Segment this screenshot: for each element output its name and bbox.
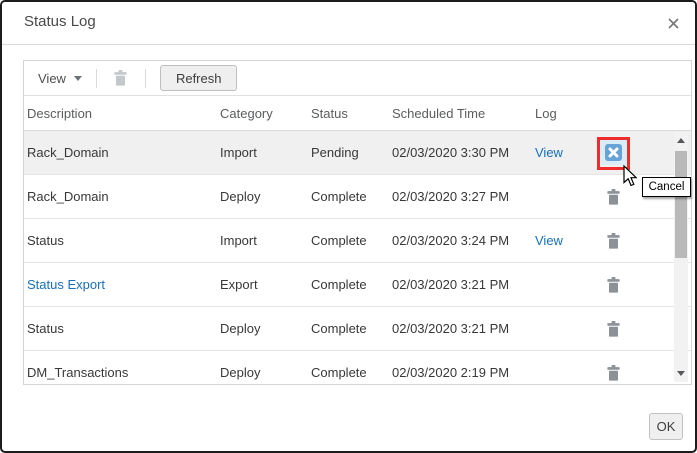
delete-row-button[interactable] [601,229,625,253]
cell-status: Complete [311,277,367,292]
trash-icon [606,188,620,205]
dialog-titlebar: Status Log [2,2,695,45]
close-button[interactable] [665,15,681,31]
status-log-dialog: Status Log View Refresh Description Cate… [0,0,697,453]
cell-category: Deploy [220,321,261,336]
cell-description: Status [27,321,64,336]
table-row[interactable]: Status Export Export Complete 02/03/2020… [24,263,691,307]
trash-icon [606,232,620,249]
cell-status: Complete [311,189,367,204]
cell-scheduled-time: 02/03/2020 3:27 PM [392,189,510,204]
scrollbar-thumb[interactable] [675,151,687,258]
cell-category: Import [220,145,257,160]
description-link[interactable]: Status Export [27,277,105,292]
column-header-scheduled-time[interactable]: Scheduled Time [392,106,535,121]
toolbar-separator [95,68,97,88]
table-row[interactable]: Rack_Domain Import Pending 02/03/2020 3:… [24,131,691,175]
cell-category: Export [220,277,258,292]
delete-row-button[interactable] [601,361,625,385]
view-log-link[interactable]: View [535,145,563,160]
cell-scheduled-time: 02/03/2020 2:19 PM [392,365,510,380]
ok-button[interactable]: OK [649,413,683,440]
cell-status: Pending [311,145,359,160]
refresh-button[interactable]: Refresh [159,65,238,91]
cell-category: Deploy [220,365,261,380]
scroll-down-icon[interactable] [677,371,685,376]
table-toolbar: View Refresh [24,61,691,96]
cell-scheduled-time: 02/03/2020 3:21 PM [392,277,510,292]
cell-scheduled-time: 02/03/2020 3:21 PM [392,321,510,336]
vertical-scrollbar[interactable] [674,132,688,382]
cell-description: Status [27,233,64,248]
close-icon [667,17,679,29]
status-log-panel: View Refresh Description Category Status… [23,60,692,385]
table-row[interactable]: Rack_Domain Deploy Complete 02/03/2020 3… [24,175,691,219]
cell-status: Complete [311,365,367,380]
cell-scheduled-time: 02/03/2020 3:24 PM [392,233,510,248]
toolbar-separator [144,68,146,88]
view-menu-button[interactable]: View [36,67,84,90]
cancel-tooltip: Cancel [642,177,691,197]
cell-scheduled-time: 02/03/2020 3:30 PM [392,145,510,160]
view-menu-label: View [38,70,66,86]
cell-category: Deploy [220,189,261,204]
cell-description: Rack_Domain [27,189,109,204]
mouse-cursor-icon [623,164,637,187]
table-header-row: Description Category Status Scheduled Ti… [24,96,691,131]
cell-description: Rack_Domain [27,145,109,160]
table-row[interactable]: Status Deploy Complete 02/03/2020 3:21 P… [24,307,691,351]
column-header-log[interactable]: Log [535,106,585,121]
delete-row-button[interactable] [601,317,625,341]
trash-icon [114,70,128,86]
scroll-up-icon[interactable] [677,138,685,143]
cell-status: Complete [311,233,367,248]
column-header-status[interactable]: Status [311,106,392,121]
trash-icon [606,320,620,337]
view-log-link[interactable]: View [535,233,563,248]
cell-status: Complete [311,321,367,336]
table-row[interactable]: DM_Transactions Deploy Complete 02/03/20… [24,351,691,384]
column-header-category[interactable]: Category [220,106,311,121]
trash-icon [606,276,620,293]
delete-toolbar-button[interactable] [109,66,133,90]
cell-category: Import [220,233,257,248]
column-header-description[interactable]: Description [24,106,220,121]
chevron-down-icon [73,75,82,81]
trash-icon [606,364,620,381]
cell-description: DM_Transactions [27,365,129,380]
table-row[interactable]: Status Import Complete 02/03/2020 3:24 P… [24,219,691,263]
delete-row-button[interactable] [601,185,625,209]
dialog-title: Status Log [24,13,96,30]
delete-row-button[interactable] [601,273,625,297]
table-body: Rack_Domain Import Pending 02/03/2020 3:… [24,131,691,384]
